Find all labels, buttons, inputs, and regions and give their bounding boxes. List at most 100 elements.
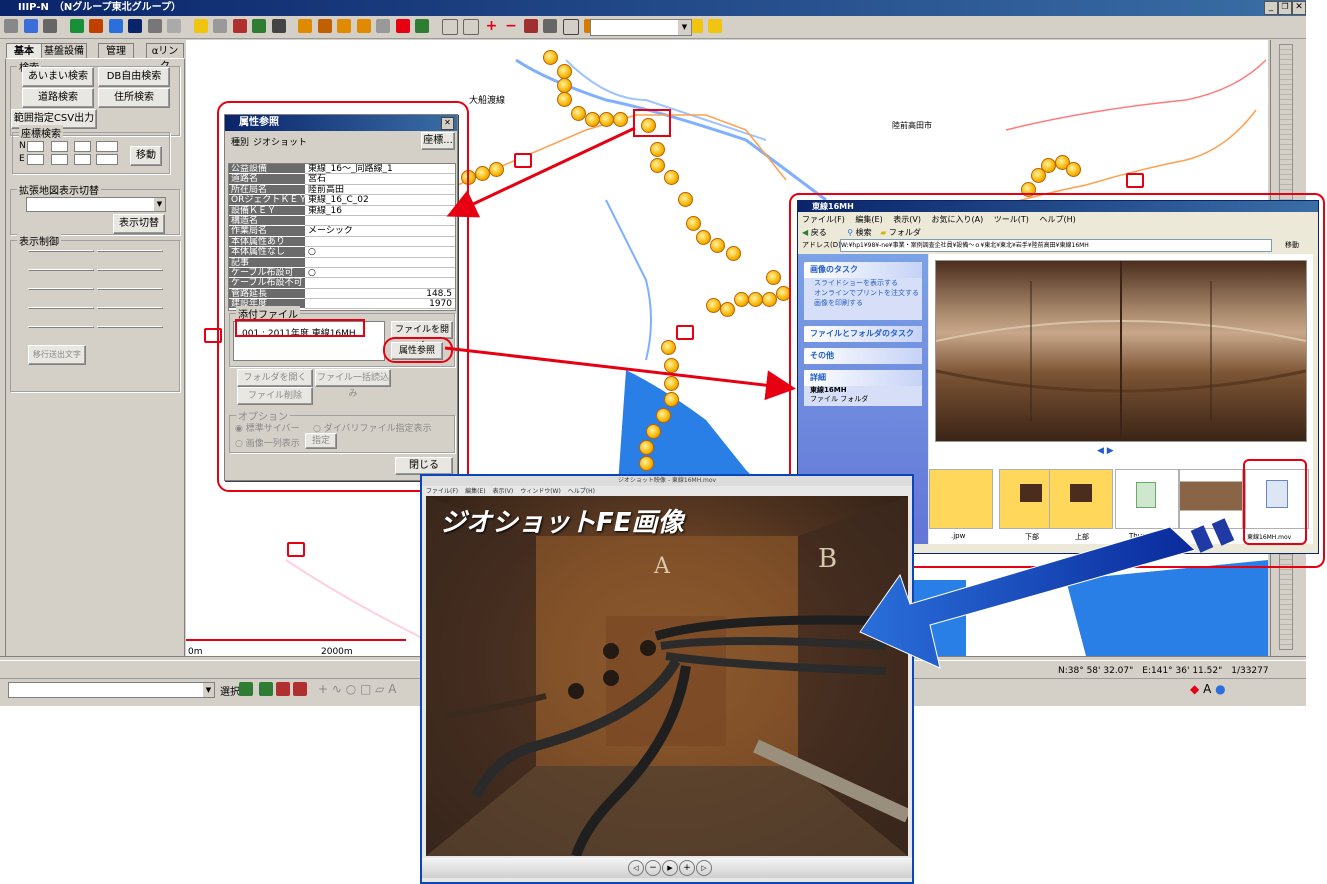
zoom-in-icon[interactable] bbox=[441, 19, 458, 35]
manhole-marker[interactable] bbox=[650, 142, 665, 157]
viewer-menu-window[interactable]: ウィンドウ(W) bbox=[520, 488, 561, 495]
color-icon[interactable] bbox=[708, 19, 722, 33]
manhole-marker[interactable] bbox=[720, 302, 735, 317]
layer-icon[interactable] bbox=[69, 19, 84, 33]
manhole-marker[interactable] bbox=[1041, 158, 1056, 173]
manhole-marker[interactable] bbox=[766, 270, 781, 285]
manhole-marker[interactable] bbox=[710, 238, 725, 253]
draw-icon[interactable] bbox=[298, 19, 312, 33]
manhole-marker[interactable] bbox=[543, 50, 558, 65]
delete-file-button[interactable]: ファイル削除 bbox=[237, 387, 313, 405]
folder-icon[interactable]: ▰ bbox=[880, 228, 886, 237]
address-input[interactable]: W:¥hp1¥98¥-ne¥事業・案例調査企社員¥設備～ｏ¥東北¥東北¥岩手¥陸… bbox=[840, 239, 1272, 252]
alert-icon[interactable] bbox=[395, 19, 410, 33]
close-dialog-button[interactable]: 閉じる bbox=[395, 457, 453, 475]
manhole-marker[interactable] bbox=[650, 158, 665, 173]
manhole-marker[interactable] bbox=[686, 216, 701, 231]
rect-icon[interactable] bbox=[562, 19, 579, 35]
pan-icon[interactable] bbox=[543, 19, 557, 33]
zoom-out-viewer-icon[interactable]: − bbox=[645, 860, 661, 876]
display-slot-3a[interactable] bbox=[28, 288, 94, 290]
measure-icon[interactable] bbox=[317, 19, 332, 33]
road-search-button[interactable]: 道路検索 bbox=[22, 88, 94, 108]
manhole-marker[interactable] bbox=[557, 92, 572, 107]
manhole-marker[interactable] bbox=[706, 298, 721, 313]
n-sec-field[interactable] bbox=[74, 141, 91, 152]
forward-icon[interactable]: ▷ bbox=[696, 860, 712, 876]
manhole-marker[interactable] bbox=[726, 246, 741, 261]
percent-icon[interactable] bbox=[376, 19, 390, 33]
text-tool-icon[interactable] bbox=[239, 682, 253, 696]
prev-image-icon[interactable]: ◀ ▶ bbox=[1097, 446, 1114, 456]
viewer-menu-help[interactable]: ヘルプ(H) bbox=[568, 488, 595, 495]
n-deg-field[interactable] bbox=[27, 141, 44, 152]
mark-tool-icon[interactable] bbox=[276, 682, 290, 696]
cable-icon[interactable] bbox=[89, 19, 103, 33]
camera-marker[interactable] bbox=[1126, 173, 1144, 188]
zoom-in-viewer-icon[interactable]: + bbox=[679, 860, 695, 876]
pin-icon[interactable] bbox=[356, 19, 371, 33]
tab-management[interactable]: 管理 bbox=[98, 43, 134, 59]
save-icon[interactable] bbox=[23, 19, 38, 33]
edit-tool-icon[interactable] bbox=[293, 682, 307, 696]
e-sec-field[interactable] bbox=[74, 154, 91, 165]
e-min-field[interactable] bbox=[51, 154, 68, 165]
switch-display-button[interactable]: 表示切替 bbox=[113, 214, 165, 234]
camera-marker[interactable] bbox=[514, 153, 532, 168]
file-thumbnail[interactable] bbox=[929, 469, 993, 529]
move-button[interactable]: 移動 bbox=[130, 146, 162, 166]
manhole-marker[interactable] bbox=[748, 292, 763, 307]
print-icon[interactable] bbox=[43, 19, 57, 33]
manhole-marker[interactable] bbox=[696, 230, 711, 245]
play-icon[interactable]: ▶ bbox=[662, 860, 678, 876]
display-slot-3b[interactable] bbox=[97, 288, 163, 290]
manhole-marker[interactable] bbox=[664, 392, 679, 407]
back-icon[interactable]: ◀ bbox=[802, 228, 808, 237]
manhole-marker[interactable] bbox=[664, 358, 679, 373]
panorama-preview[interactable] bbox=[935, 260, 1307, 442]
manhole-marker[interactable] bbox=[656, 408, 671, 423]
task-print[interactable]: 画像を印刷する bbox=[804, 298, 922, 308]
n-min-field[interactable] bbox=[51, 141, 68, 152]
bulk-load-button[interactable]: ファイル一括読込み bbox=[315, 369, 391, 399]
camera-marker[interactable] bbox=[676, 325, 694, 340]
ime-mode-icon[interactable]: A bbox=[1203, 682, 1211, 696]
back-button[interactable]: 戻る bbox=[811, 228, 827, 237]
viewer-menu-edit[interactable]: 編集(E) bbox=[465, 488, 485, 495]
tab-infrastructure[interactable]: 基盤設備 bbox=[41, 43, 87, 59]
panorama-thumbnail[interactable] bbox=[1179, 469, 1243, 529]
manhole-marker[interactable] bbox=[489, 162, 504, 177]
coordinate-button[interactable]: 座標... bbox=[421, 132, 455, 150]
display-slot-5b[interactable] bbox=[97, 326, 163, 328]
close-icon[interactable]: ✕ bbox=[1292, 1, 1306, 15]
pen-icon[interactable] bbox=[415, 19, 429, 33]
menu-tools[interactable]: ツール(T) bbox=[994, 215, 1029, 224]
fisheye-image[interactable]: A B bbox=[426, 496, 908, 856]
display-slot-4a[interactable] bbox=[28, 307, 94, 309]
other-panel[interactable]: その他 bbox=[804, 348, 922, 364]
transfer-text-button[interactable]: 移行送出文字 bbox=[28, 345, 86, 365]
minimize-icon[interactable]: _ bbox=[1264, 1, 1278, 15]
chevron-down-icon[interactable]: ▼ bbox=[678, 20, 691, 35]
manhole-marker[interactable] bbox=[678, 192, 693, 207]
minus-icon[interactable]: − bbox=[504, 19, 518, 33]
manhole-marker[interactable] bbox=[661, 340, 676, 355]
manhole-marker[interactable] bbox=[646, 424, 661, 439]
tab-basic[interactable]: 基本 bbox=[6, 43, 42, 59]
ime-icon[interactable]: ◆ bbox=[1190, 682, 1199, 696]
manhole-marker[interactable] bbox=[571, 106, 586, 121]
manhole-marker[interactable] bbox=[762, 292, 777, 307]
fit-icon[interactable] bbox=[523, 19, 538, 33]
display-slot-2a[interactable] bbox=[28, 269, 94, 271]
manhole-marker[interactable] bbox=[1066, 162, 1081, 177]
viewer-menu-view[interactable]: 表示(V) bbox=[492, 488, 513, 495]
tab-alpha-link[interactable]: αリンク bbox=[146, 43, 184, 72]
manhole-marker[interactable] bbox=[599, 112, 614, 127]
search-icon[interactable]: ⚲ bbox=[847, 228, 853, 237]
display-slot-1b[interactable] bbox=[97, 250, 163, 252]
folder-upper-thumbnail[interactable] bbox=[1049, 469, 1113, 529]
manhole-marker[interactable] bbox=[664, 170, 679, 185]
facility-icon[interactable] bbox=[108, 19, 123, 33]
task-slideshow[interactable]: スライドショーを表示する bbox=[804, 278, 922, 288]
rewind-icon[interactable]: ◁ bbox=[628, 860, 644, 876]
